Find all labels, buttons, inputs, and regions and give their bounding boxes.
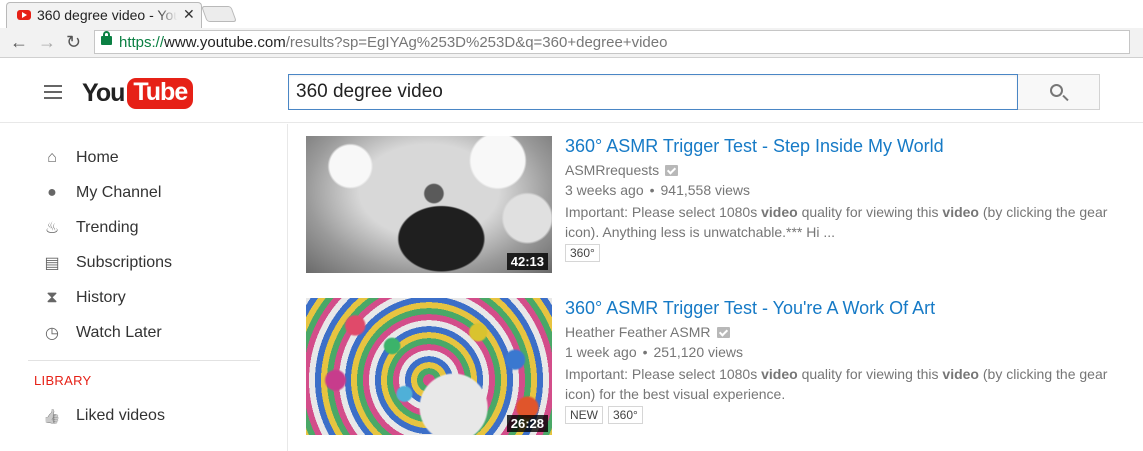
forward-arrow-icon[interactable]: → (38, 32, 56, 52)
sidebar-item-label: Trending (76, 219, 139, 236)
search-input[interactable] (288, 74, 1018, 110)
guide-sidebar: ⌂ Home ● My Channel ♨ Trending ▤ Subscri… (0, 124, 288, 451)
masthead: You Tube (0, 58, 1143, 123)
upload-age: 1 week ago (565, 344, 637, 360)
view-count: 251,120 views (653, 344, 744, 360)
hourglass-icon: ⧗ (46, 289, 58, 306)
subscriptions-icon: ▤ (44, 255, 60, 272)
upload-age: 3 weeks ago (565, 182, 644, 198)
sidebar-item-label: Liked videos (76, 407, 165, 424)
video-result: 26:28 360° ASMR Trigger Test - You're A … (306, 298, 1126, 438)
clock-icon: ◷ (45, 325, 59, 342)
sidebar-item-label: My Channel (76, 184, 162, 201)
video-description: Important: Please select 1080s video qua… (565, 204, 1108, 240)
account-icon: ● (47, 184, 57, 201)
reload-icon[interactable]: ↻ (66, 32, 81, 52)
channel-name[interactable]: Heather Feather ASMR (565, 324, 730, 340)
channel-name-text: Heather Feather ASMR (565, 324, 711, 340)
video-title-link[interactable]: 360° ASMR Trigger Test - You're A Work O… (565, 298, 935, 319)
url-host: www.youtube.com (164, 34, 286, 51)
logo-tube-text: Tube (127, 77, 194, 109)
url-text: https://www.youtube.com/results?sp=EgIYA… (119, 34, 667, 51)
back-arrow-icon[interactable]: ← (10, 32, 28, 52)
url-path: /results?sp=EgIYAg%253D%253D&q=360+degre… (285, 34, 668, 51)
menu-icon[interactable] (44, 85, 62, 99)
video-badges: 360° (565, 244, 600, 262)
address-bar[interactable]: https://www.youtube.com/results?sp=EgIYA… (94, 30, 1130, 54)
thumbs-up-icon: 👍 (43, 407, 61, 424)
badge-new: NEW (565, 406, 603, 424)
sidebar-item-label: Home (76, 149, 119, 166)
badge-360: 360° (565, 244, 600, 262)
channel-name[interactable]: ASMRrequests (565, 162, 679, 178)
tab-title: 360 degree video - YouTube (37, 7, 177, 23)
badge-360: 360° (608, 406, 643, 424)
sidebar-item-label: Watch Later (76, 324, 162, 341)
video-description: Important: Please select 1080s video qua… (565, 366, 1108, 402)
sidebar-divider (28, 360, 260, 361)
new-tab-button[interactable] (201, 6, 237, 22)
search-button[interactable] (1018, 74, 1100, 110)
video-meta: 3 weeks ago • 941,558 views (565, 182, 751, 198)
flame-icon: ♨ (44, 220, 60, 237)
video-title-link[interactable]: 360° ASMR Trigger Test - Step Inside My … (565, 136, 944, 157)
library-section-title: LIBRARY (34, 373, 92, 388)
sidebar-item-label: Subscriptions (76, 254, 173, 271)
video-badges: NEW 360° (565, 406, 643, 424)
lock-icon (101, 31, 112, 45)
browser-toolbar: ← → ↻ https://www.youtube.com/results?sp… (0, 28, 1143, 58)
sidebar-item-watch-later[interactable]: ◷ Watch Later (28, 316, 260, 350)
youtube-logo[interactable]: You Tube (82, 75, 194, 111)
youtube-favicon-icon (17, 10, 31, 20)
sidebar-item-liked-videos[interactable]: 👍 Liked videos (28, 399, 260, 433)
video-thumbnail[interactable]: 42:13 (306, 136, 552, 273)
video-duration: 42:13 (506, 253, 548, 270)
verified-icon (716, 326, 730, 338)
logo-you-text: You (82, 78, 125, 107)
sidebar-item-subscriptions[interactable]: ▤ Subscriptions (28, 246, 260, 280)
tab-close-icon[interactable]: ✕ (183, 6, 195, 23)
sidebar-item-label: History (76, 289, 126, 306)
verified-icon (665, 164, 679, 176)
sidebar-item-history[interactable]: ⧗ History (28, 281, 260, 315)
browser-tab[interactable]: 360 degree video - YouTube ✕ (6, 2, 202, 28)
video-duration: 26:28 (506, 415, 548, 432)
browser-tabstrip: 360 degree video - YouTube ✕ (0, 0, 1143, 28)
view-count: 941,558 views (660, 182, 751, 198)
home-icon: ⌂ (47, 149, 57, 166)
url-scheme: https:// (119, 34, 165, 51)
sidebar-item-trending[interactable]: ♨ Trending (28, 211, 260, 245)
search-icon (1050, 84, 1063, 97)
video-result: 42:13 360° ASMR Trigger Test - Step Insi… (306, 136, 1126, 276)
sidebar-item-home[interactable]: ⌂ Home (28, 141, 260, 175)
channel-name-text: ASMRrequests (565, 162, 660, 178)
sidebar-item-my-channel[interactable]: ● My Channel (28, 176, 260, 210)
video-thumbnail[interactable]: 26:28 (306, 298, 552, 435)
video-meta: 1 week ago • 251,120 views (565, 344, 744, 360)
